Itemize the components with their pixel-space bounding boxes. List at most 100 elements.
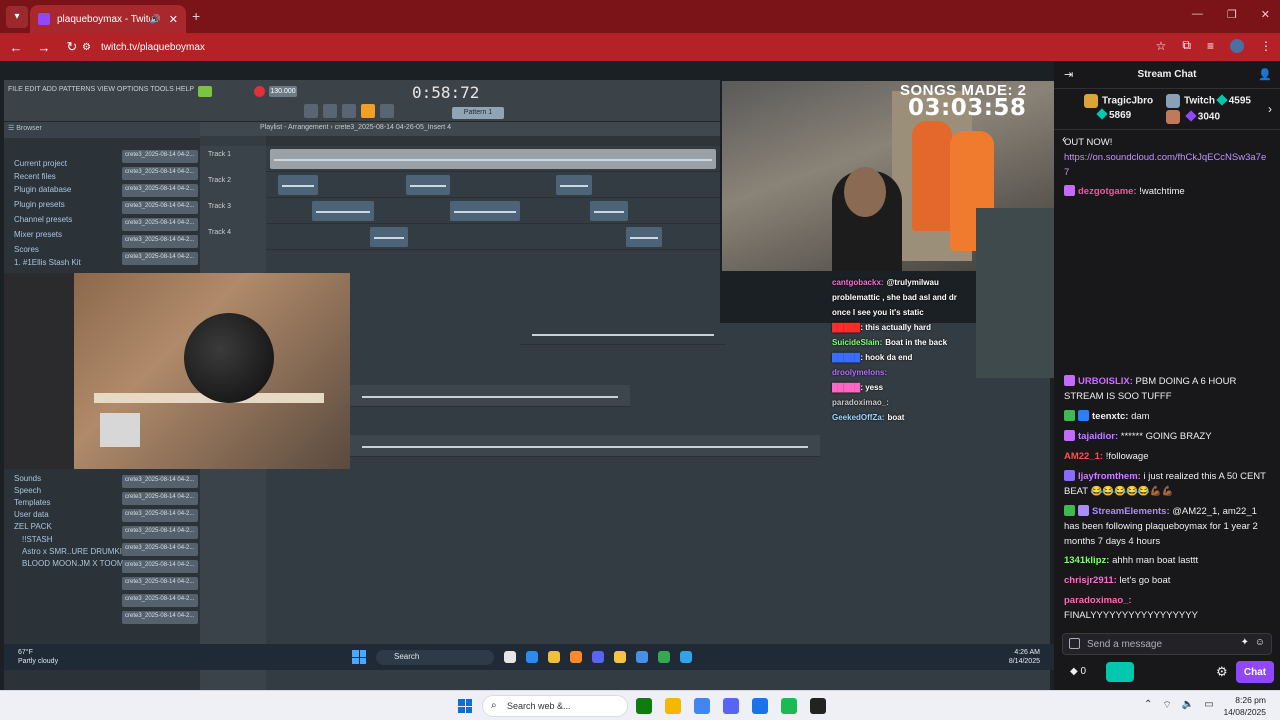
close-window-icon[interactable]: ✕ xyxy=(1261,8,1270,21)
track-lane xyxy=(266,198,720,224)
waveform xyxy=(316,211,370,213)
close-tab-icon[interactable]: ✕ xyxy=(169,13,178,26)
gift-icon[interactable] xyxy=(1069,638,1080,649)
audio-playing-icon[interactable]: 🔊 xyxy=(150,14,161,25)
chevron-right-icon[interactable]: › xyxy=(1268,102,1272,116)
twitch-badge-icon xyxy=(1166,94,1180,108)
windows-start-icon[interactable] xyxy=(458,699,472,713)
stream-video[interactable]: FILE EDIT ADD PATTERNS VIEW OPTIONS TOOL… xyxy=(0,61,1054,690)
track-lane xyxy=(266,224,720,250)
extensions-icon[interactable]: ⧉ xyxy=(1182,38,1191,53)
chat-input[interactable]: Send a message ✦ ☺ xyxy=(1062,633,1272,655)
system-clock[interactable]: 8:26 pm 14/08/2025 xyxy=(1223,694,1266,718)
browser-item: Channel presets xyxy=(14,215,73,224)
collapse-chat-icon[interactable]: ⇥ xyxy=(1064,68,1073,81)
channel-points-claim-icon[interactable] xyxy=(1106,662,1134,682)
browser-item: 1. #1Ellis Stash Kit xyxy=(14,258,81,267)
chat-message: teenxtc: dam xyxy=(1064,409,1270,424)
overlay-chat-line: problemattic , she bad asl and dr xyxy=(832,293,957,302)
chat-message: AM22_1: !followage xyxy=(1064,451,1149,462)
chrome-icon[interactable] xyxy=(694,698,710,714)
browser-item: BLOOD MOON.JM X TOOM xyxy=(22,559,124,568)
leaderboard-entry[interactable]: TragicJbro xyxy=(1084,94,1153,108)
chat-settings-icon[interactable]: ⚙ xyxy=(1216,664,1228,680)
waveform xyxy=(560,185,588,187)
file-explorer-icon[interactable] xyxy=(665,698,681,714)
discord-icon[interactable] xyxy=(723,698,739,714)
bits-icon[interactable]: ✦ xyxy=(1241,637,1249,648)
site-settings-icon[interactable]: ⚙ xyxy=(82,42,91,53)
channel-points[interactable]: ◆ 0 xyxy=(1070,666,1086,677)
chat-link[interactable]: https://on.soundcloud.com/fhCkJqECcNSw3a… xyxy=(1064,152,1266,178)
back-icon[interactable]: ← xyxy=(4,40,28,55)
tray-chevron-icon[interactable]: ⌃ xyxy=(1144,699,1152,712)
chat-send-button[interactable]: Chat xyxy=(1236,661,1274,683)
new-tab-button[interactable]: + xyxy=(192,8,200,24)
browser-item: Plugin database xyxy=(14,185,72,194)
emote-icon[interactable]: ☺ xyxy=(1255,637,1265,648)
profile-avatar[interactable] xyxy=(1230,38,1244,53)
forward-icon[interactable]: → xyxy=(32,40,56,55)
minimize-icon[interactable]: — xyxy=(1192,8,1203,21)
browser-item: Mixer presets xyxy=(14,230,63,239)
fl-play-icon xyxy=(198,86,212,97)
wifi-icon[interactable]: ⌔ xyxy=(1162,699,1171,712)
chrome-icon xyxy=(526,651,538,663)
playlist-ruler xyxy=(266,136,720,146)
chat-title: Stream Chat xyxy=(1137,69,1197,80)
fl-song-time: 0:58:72 xyxy=(412,83,480,102)
menu-kebab-icon[interactable]: ⋮ xyxy=(1260,39,1272,53)
address-bar[interactable]: ⚙ twitch.tv/plaqueboymax xyxy=(82,37,1132,57)
waveform xyxy=(362,396,618,398)
browser-item: Sounds xyxy=(14,474,42,483)
leaderboard-entry[interactable]: Twitch 4595 xyxy=(1166,93,1251,108)
window-controls: — ❐ ✕ xyxy=(1192,8,1270,21)
tab-title: plaqueboymax - Twitch xyxy=(57,13,150,25)
audio-clip xyxy=(312,201,374,221)
stream-timer: 03:03:58 xyxy=(908,95,1027,121)
community-icon[interactable]: 👤 xyxy=(1258,68,1272,81)
playlist-title: Playlist - Arrangement xyxy=(260,124,329,131)
browser-nav-bar: ← → ↻ ⚙ twitch.tv/plaqueboymax ☆ ⧉ ≡ ⋮ xyxy=(0,33,1280,61)
streamer-date: 8/14/2025 xyxy=(1008,658,1040,665)
waveform xyxy=(454,211,516,213)
tab-search-icon[interactable]: ▾ xyxy=(6,5,28,28)
browser-tab[interactable]: plaqueboymax - Twitch 🔊 ✕ xyxy=(30,5,186,33)
fl-menu-bar: FILE EDIT ADD PATTERNS VIEW OPTIONS TOOL… xyxy=(8,86,195,93)
file-entry: crete3_2025-08-14 04-2... xyxy=(122,184,198,197)
browser-item: Scores xyxy=(14,245,39,254)
plaque xyxy=(100,413,140,447)
fl-bpm: 130.000 xyxy=(269,86,297,97)
call-of-duty-icon[interactable] xyxy=(810,698,826,714)
overlay-chat-line: █████: hook da end xyxy=(832,353,913,362)
taskbar-search-placeholder: Search web &... xyxy=(507,701,571,711)
track-lane xyxy=(520,323,726,345)
battery-icon[interactable]: ▭ xyxy=(1204,699,1213,712)
leaderboard-count: 5869 xyxy=(1096,108,1131,121)
chat-message: OUT NOW! xyxy=(1064,137,1113,148)
bookmark-star-icon[interactable]: ☆ xyxy=(1156,39,1167,53)
taskbar-search[interactable]: ⌕ Search web &... xyxy=(482,695,628,717)
track-label: Track 2 xyxy=(208,177,232,184)
track-label: Track 1 xyxy=(208,151,232,158)
media-control-icon[interactable]: ≡ xyxy=(1207,39,1214,53)
file-entry: crete3_2025-08-14 04-2... xyxy=(122,509,198,522)
leaderboard-entry[interactable]: 3040 xyxy=(1166,109,1220,124)
fl-tool-icon xyxy=(323,104,337,118)
volume-icon[interactable]: 🔈 xyxy=(1182,699,1194,712)
acoustic-panel xyxy=(4,273,74,469)
fl-browser-header: ☰ Browser xyxy=(4,122,200,138)
overlay-chat-line: paradoximao_: xyxy=(832,398,889,407)
reload-icon[interactable]: ↻ xyxy=(60,39,84,55)
chat-message: dezgotgame: !watchtime xyxy=(1064,184,1270,199)
overlay-chat-line: █████: yess xyxy=(832,383,884,392)
file-entry: crete3_2025-08-14 04-2... xyxy=(122,526,198,539)
spotify-icon[interactable] xyxy=(781,698,797,714)
maximize-icon[interactable]: ❐ xyxy=(1227,8,1237,21)
xbox-icon[interactable] xyxy=(636,698,652,714)
overlay-chat-line: droolymelons: xyxy=(832,368,888,377)
gem-icon xyxy=(1096,108,1108,120)
chrome-icon[interactable] xyxy=(752,698,768,714)
streamer-head xyxy=(844,167,886,217)
weather-temp: 67°F xyxy=(18,649,33,656)
